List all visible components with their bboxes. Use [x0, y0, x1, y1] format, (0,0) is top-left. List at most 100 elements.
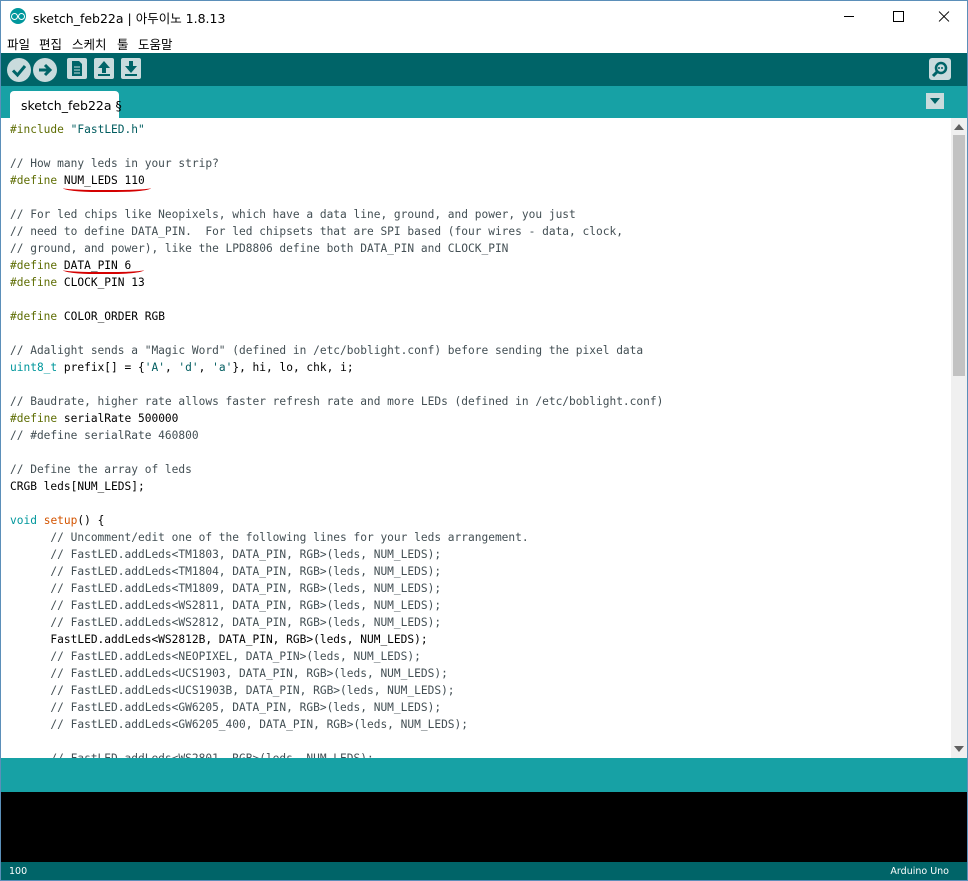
new-button[interactable] [67, 58, 87, 79]
code-line: // Baudrate, higher rate allows faster r… [10, 393, 663, 410]
code-token: prefix[] = { [57, 361, 145, 374]
code-line: CRGB leds[NUM_LEDS]; [10, 478, 145, 495]
code-line: // FastLED.addLeds<TM1803, DATA_PIN, RGB… [10, 546, 441, 563]
status-area [1, 758, 967, 792]
code-token: COLOR_ORDER RGB [57, 310, 165, 323]
red-underline-num-leds [63, 182, 151, 192]
code-line: FastLED.addLeds<WS2812B, DATA_PIN, RGB>(… [10, 631, 428, 648]
code-token: // ground, and power), like the LPD8806 … [10, 242, 509, 255]
code-line: // FastLED.addLeds<GW6205_400, DATA_PIN,… [10, 716, 468, 733]
minimize-button[interactable] [826, 1, 872, 31]
code-line: // For led chips like Neopixels, which h… [10, 206, 576, 223]
code-line: #define CLOCK_PIN 13 [10, 274, 145, 291]
open-icon [98, 61, 110, 76]
code-token: // How many leds in your strip? [10, 157, 219, 170]
tab-label: sketch_feb22a § [21, 98, 122, 113]
menu-help[interactable]: 도움말 [138, 34, 173, 53]
code-token: uint8_t [10, 361, 58, 374]
save-icon [125, 61, 137, 76]
code-line: uint8_t prefix[] = {'A', 'd', 'a'}, hi, … [10, 359, 354, 376]
upload-button[interactable] [33, 58, 57, 82]
code-line: // ground, and power), like the LPD8806 … [10, 240, 508, 257]
arduino-app-icon [10, 8, 26, 24]
code-line: // Adalight sends a "Magic Word" (define… [10, 342, 643, 359]
verify-button[interactable] [7, 58, 31, 82]
new-icon [72, 61, 82, 76]
code-token: // FastLED.addLeds<TM1804, DATA_PIN, RGB… [10, 565, 442, 578]
code-line: // FastLED.addLeds<WS2811, DATA_PIN, RGB… [10, 597, 441, 614]
code-token: // FastLED.addLeds<TM1803, DATA_PIN, RGB… [10, 548, 442, 561]
line-number: 100 [9, 866, 28, 877]
code-token: // FastLED.addLeds<WS2812, DATA_PIN, RGB… [10, 616, 442, 629]
code-token: // Baudrate, higher rate allows faster r… [10, 395, 664, 408]
code-token: FastLED.addLeds<WS2812B, DATA_PIN, RGB>(… [10, 633, 428, 646]
code-editor[interactable]: // FastLED.addLeds<WS2801, RGB>(leds, NU… [1, 118, 951, 758]
code-line: // FastLED.addLeds<TM1804, DATA_PIN, RGB… [10, 563, 441, 580]
editor-scrollbar[interactable] [951, 118, 967, 758]
menu-edit[interactable]: 편집 [39, 34, 62, 53]
code-token: // FastLED.addLeds<GW6205_400, DATA_PIN,… [10, 718, 469, 731]
code-token: // FastLED.addLeds<UCS1903B, DATA_PIN, R… [10, 684, 455, 697]
code-token: void [10, 514, 37, 527]
code-line: #define serialRate 500000 [10, 410, 178, 427]
code-token: () { [77, 514, 105, 527]
code-line: // FastLED.addLeds<UCS1903B, DATA_PIN, R… [10, 682, 455, 699]
code-line: // need to define DATA_PIN. For led chip… [10, 223, 623, 240]
code-token: // Define the array of leds [10, 463, 192, 476]
code-token: #define [10, 259, 58, 272]
code-token: // FastLED.addLeds<UCS1903, DATA_PIN, RG… [10, 667, 448, 680]
open-button[interactable] [94, 58, 114, 79]
code-token: , [198, 361, 213, 374]
menu-sketch[interactable]: 스케치 [72, 34, 107, 53]
code-token: 'A' [144, 361, 165, 374]
arduino-ide-window: sketch_feb22a | 아두이노 1.8.13 파일 편집 스케치 툴 … [0, 0, 968, 881]
tab-menu-button[interactable] [926, 93, 944, 109]
menu-file[interactable]: 파일 [7, 34, 30, 53]
code-line: #define COLOR_ORDER RGB [10, 308, 165, 325]
red-underline-data-pin [63, 264, 144, 274]
window-title: sketch_feb22a | 아두이노 1.8.13 [33, 11, 226, 26]
code-line: // FastLED.addLeds<TM1809, DATA_PIN, RGB… [10, 580, 441, 597]
scroll-up-icon[interactable] [954, 124, 964, 130]
save-button[interactable] [121, 58, 141, 79]
code-token: 'd' [178, 361, 199, 374]
code-token: serialRate 500000 [57, 412, 179, 425]
code-token: // For led chips like Neopixels, which h… [10, 208, 576, 221]
code-token: // #define serialRate 460800 [10, 429, 199, 442]
console-output[interactable] [1, 792, 967, 862]
menu-bar: 파일 편집 스케치 툴 도움말 [1, 31, 967, 53]
code-token: #include [10, 123, 64, 136]
toolbar [1, 53, 967, 86]
code-token: #define [10, 412, 58, 425]
code-line: // FastLED.addLeds<UCS1903, DATA_PIN, RG… [10, 665, 448, 682]
code-token: // FastLED.addLeds<TM1809, DATA_PIN, RGB… [10, 582, 442, 595]
serial-monitor-icon [931, 61, 948, 78]
scrollbar-thumb[interactable] [953, 135, 965, 376]
code-token: #define [10, 276, 58, 289]
title-bar: sketch_feb22a | 아두이노 1.8.13 [1, 1, 967, 31]
bottom-status-bar: 100 Arduino Uno [1, 862, 967, 880]
serial-monitor-button[interactable] [929, 58, 951, 80]
code-line: // FastLED.addLeds<NEOPIXEL, DATA_PIN>(l… [10, 648, 420, 665]
scroll-down-icon[interactable] [954, 746, 964, 752]
code-token: // FastLED.addLeds<WS2811, DATA_PIN, RGB… [10, 599, 442, 612]
upload-icon [39, 63, 53, 77]
code-token: CRGB leds[NUM_LEDS]; [10, 480, 145, 493]
maximize-button[interactable] [875, 1, 921, 31]
code-line: // FastLED.addLeds<WS2812, DATA_PIN, RGB… [10, 614, 441, 631]
code-token: // need to define DATA_PIN. For led chip… [10, 225, 623, 238]
close-button[interactable] [921, 1, 967, 31]
menu-tools[interactable]: 툴 [117, 34, 129, 53]
board-name: Arduino Uno [890, 866, 949, 877]
code-token: , [164, 361, 179, 374]
code-line: void setup() { [10, 512, 104, 529]
code-token: #define [10, 174, 58, 187]
tab-bar: sketch_feb22a § [1, 86, 967, 118]
code-token: CLOCK_PIN 13 [57, 276, 145, 289]
tab-sketch[interactable]: sketch_feb22a § [10, 91, 122, 118]
code-token: // Uncomment/edit one of the following l… [10, 531, 529, 544]
code-line: // Uncomment/edit one of the following l… [10, 529, 529, 546]
code-token: 'a' [212, 361, 233, 374]
